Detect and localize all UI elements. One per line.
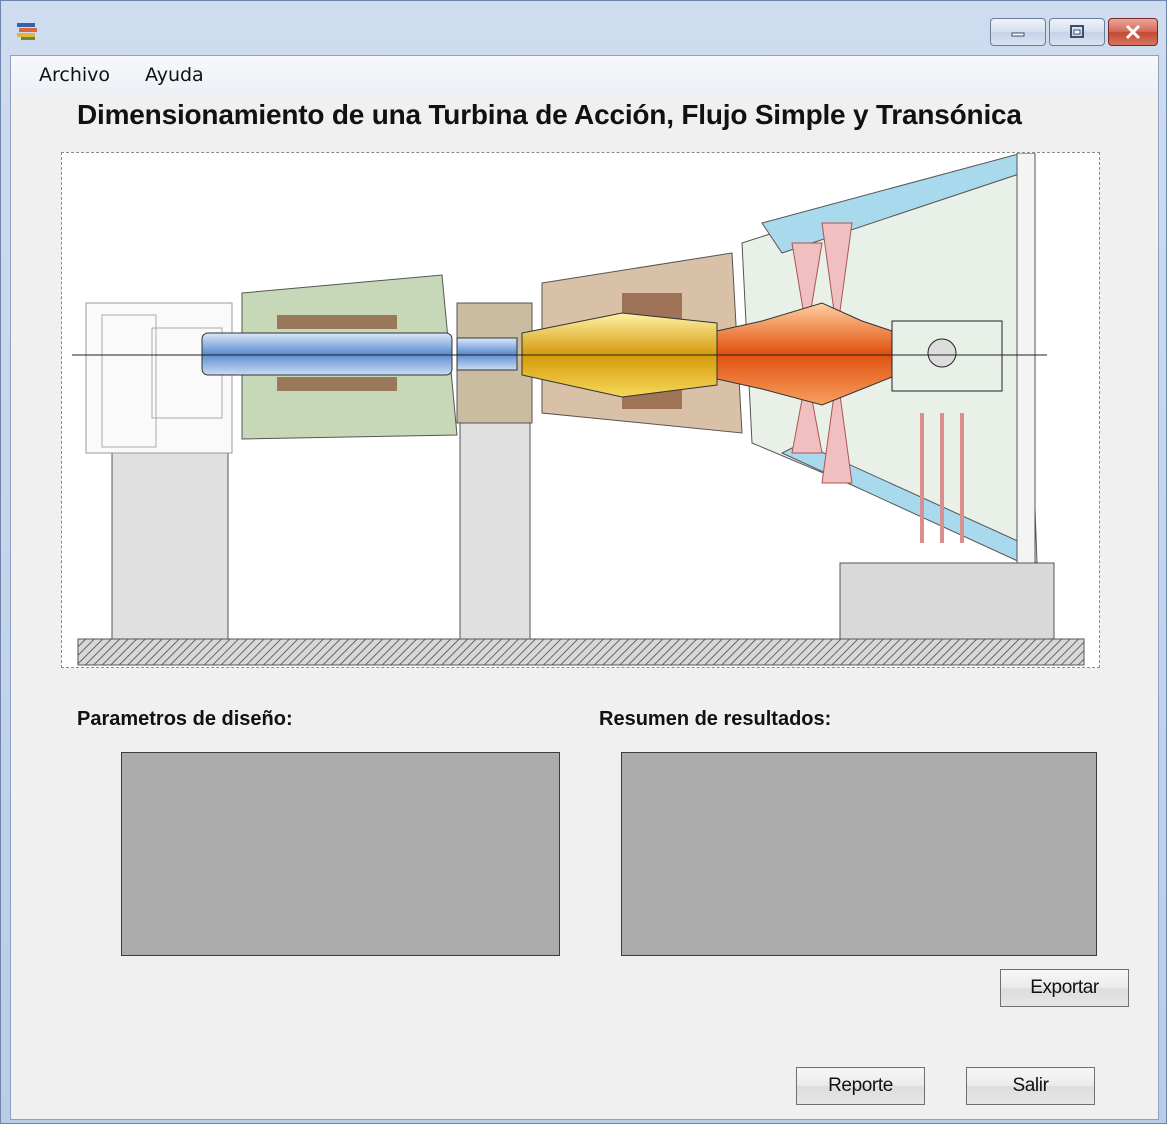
form-client-area: Archivo Ayuda Dimensionamiento de una Tu… [10,55,1159,1120]
minimize-button[interactable] [990,18,1046,46]
design-params-panel[interactable] [121,752,560,956]
close-button[interactable] [1108,18,1158,46]
maximize-icon [1070,25,1084,38]
minimize-icon [1011,32,1025,37]
report-button[interactable]: Reporte [796,1067,925,1105]
results-summary-panel[interactable] [621,752,1097,956]
design-params-label: Parametros de diseño: [77,708,293,730]
application-window: Archivo Ayuda Dimensionamiento de una Tu… [0,0,1167,1124]
results-summary-label: Resumen de resultados: [599,708,832,730]
menu-bar: Archivo Ayuda [11,56,1158,96]
turbine-image [61,152,1100,668]
title-bar[interactable] [1,1,1166,55]
export-button[interactable]: Exportar [1000,969,1129,1007]
close-icon [1125,24,1141,40]
menu-ayuda[interactable]: Ayuda [145,64,204,86]
exit-button[interactable]: Salir [966,1067,1095,1105]
app-icon [17,23,37,40]
page-title: Dimensionamiento de una Turbina de Acció… [77,99,1022,130]
menu-archivo[interactable]: Archivo [39,64,110,86]
maximize-button[interactable] [1049,18,1105,46]
